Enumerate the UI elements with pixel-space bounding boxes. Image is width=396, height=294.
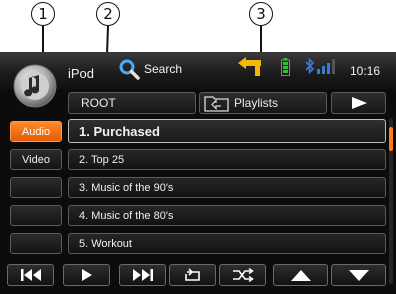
app-title: iPod	[68, 66, 95, 81]
playlist-item[interactable]: 2. Top 25	[68, 149, 386, 170]
playlist-item[interactable]: 3. Music of the 90's	[68, 177, 386, 198]
battery-icon	[281, 58, 290, 76]
page-down-button[interactable]	[331, 264, 386, 286]
playlist-item[interactable]: 1. Purchased	[68, 119, 386, 143]
search-label: Search	[144, 62, 183, 76]
playlist-item[interactable]: 4. Music of the 80's	[68, 205, 386, 226]
playlist-item-label: 2. Top 25	[79, 153, 125, 166]
tab-audio-label: Audio	[21, 125, 51, 138]
ipod-screen: iPod Search 10:16 ROOT Playlists Audio V…	[0, 52, 396, 294]
tab-video-label: Video	[22, 153, 50, 166]
tab-empty-4[interactable]	[10, 205, 62, 226]
folder-up-icon	[204, 96, 229, 112]
signal-strength-icon	[317, 59, 335, 74]
page-down-icon	[348, 269, 369, 281]
scrollbar-thumb[interactable]	[389, 127, 393, 151]
skip-back-button[interactable]	[7, 264, 54, 286]
playlists-button[interactable]: Playlists	[199, 92, 327, 114]
tab-audio[interactable]: Audio	[10, 121, 62, 142]
repeat-icon	[184, 268, 200, 281]
callout-1: 1	[31, 2, 55, 26]
root-button[interactable]: ROOT	[68, 92, 196, 114]
next-page-button[interactable]	[331, 92, 386, 114]
shuffle-icon	[232, 268, 254, 282]
playlist-item[interactable]: 5. Workout	[68, 233, 386, 254]
ipod-logo-icon	[8, 62, 62, 110]
play-arrow-icon	[351, 97, 367, 109]
playlist-item-label: 4. Music of the 80's	[79, 209, 174, 222]
bluetooth-icon	[305, 57, 315, 75]
current-folder-label: Playlists	[234, 96, 279, 110]
playlist-item-label: 5. Workout	[79, 237, 132, 250]
callout-2: 2	[96, 2, 120, 26]
play-icon	[81, 269, 92, 281]
skip-forward-icon	[132, 269, 153, 281]
repeat-button[interactable]	[169, 264, 216, 286]
play-button[interactable]	[63, 264, 110, 286]
playlist-item-label: 1. Purchased	[79, 123, 160, 139]
callout-3: 3	[249, 2, 273, 26]
search-button[interactable]: Search	[118, 58, 182, 80]
tab-empty-3[interactable]	[10, 177, 62, 198]
search-icon	[119, 59, 140, 80]
back-arrow-icon	[238, 57, 261, 76]
page-up-icon	[290, 269, 311, 281]
tab-empty-5[interactable]	[10, 233, 62, 254]
skip-forward-button[interactable]	[119, 264, 166, 286]
root-label: ROOT	[81, 96, 116, 110]
clock: 10:16	[350, 64, 381, 78]
page-up-button[interactable]	[273, 264, 328, 286]
shuffle-button[interactable]	[219, 264, 266, 286]
skip-back-icon	[20, 269, 41, 281]
playlist-item-label: 3. Music of the 90's	[79, 181, 174, 194]
tab-video[interactable]: Video	[10, 149, 62, 170]
